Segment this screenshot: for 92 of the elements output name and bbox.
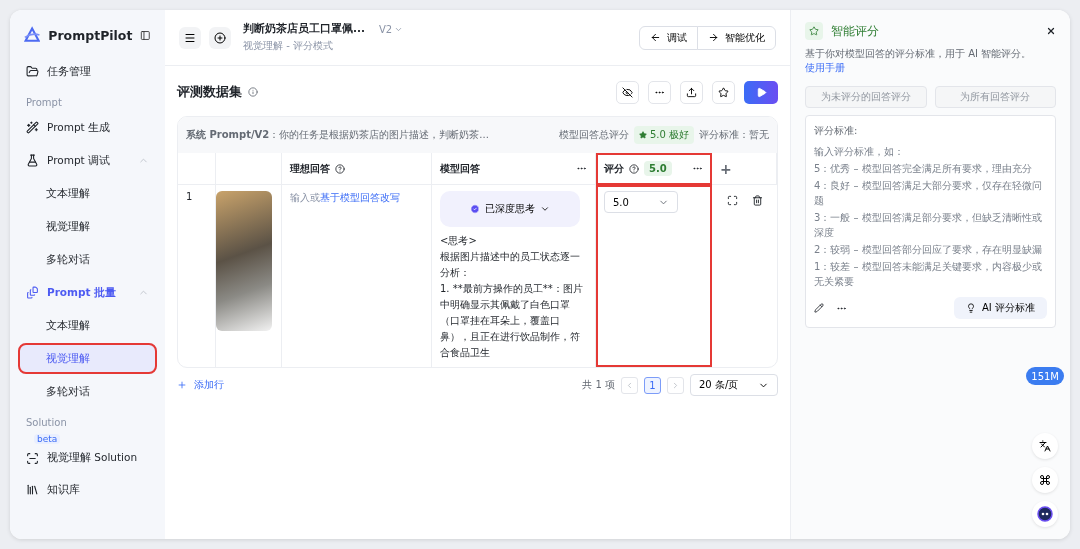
folder-icon <box>26 65 39 78</box>
nav-item[interactable]: Prompt 生成 <box>18 112 157 143</box>
total-count: 共 1 项 <box>582 378 615 392</box>
robot-face-icon <box>1037 506 1054 522</box>
system-prompt-text: 系统 Prompt/V2：你的任务是根据奶茶店的图片描述，判断奶茶... <box>186 128 490 142</box>
menu-button[interactable] <box>179 26 201 49</box>
page-button[interactable]: 1 <box>644 376 661 394</box>
model-answer-text: <思考> 根据图片描述中的员工状态逐一分析： 1. **最前方操作的员工**：图片中明确显示其佩戴了白色口罩（口罩挂在耳朵上，覆盖口鼻），且正在进行饮品制作，符合食品卫生 <box>440 234 584 360</box>
total-score-badge: 5.0 极好 <box>633 126 694 144</box>
flask-icon <box>26 154 39 167</box>
star-icon <box>718 86 729 98</box>
column-header: 评分 5.0 <box>596 153 712 185</box>
nav-item[interactable]: 知识库 <box>18 474 157 505</box>
command-icon <box>1039 474 1052 486</box>
panel-title: 智能评分 <box>831 23 880 39</box>
section-heading: Prompt <box>25 96 63 110</box>
upload-button[interactable] <box>680 80 703 104</box>
upload-icon <box>686 86 697 98</box>
criteria-line: 输入评分标准，如： <box>814 145 905 159</box>
books-icon <box>26 483 39 496</box>
criteria-line: 1：较差 – 模型回答未能满足关键要求，内容极少或无关紧要 <box>814 260 1043 289</box>
header-button[interactable]: 智能优化 <box>697 25 776 50</box>
brand-name: PromptPilot <box>48 27 133 43</box>
task-subtitle: 视觉理解 - 评分模式 <box>243 39 334 53</box>
translate-icon <box>1039 440 1052 452</box>
column-header: 理想回答 <box>282 153 432 185</box>
add-row-button[interactable]: 添加行 <box>177 378 224 392</box>
nav-item[interactable]: beta 视觉理解 Solution <box>18 432 157 472</box>
plus-circle-icon <box>214 31 226 44</box>
nav-item[interactable]: Prompt 批量 <box>18 277 157 308</box>
lightbulb-icon <box>966 303 977 313</box>
rewrite-link[interactable]: 基于模型回答改写 <box>320 192 400 203</box>
section-heading: Solution <box>25 416 68 430</box>
panel-description: 基于你对模型回答的评分标准，用于 AI 智能评分。 使用手册 <box>805 47 1033 75</box>
add-column-button[interactable]: + <box>712 153 777 185</box>
assistant-button[interactable] <box>1032 501 1059 527</box>
dataset-title: 评测数据集 <box>177 83 242 101</box>
ideal-answer-hint: 输入或基于模型回答改写 <box>290 192 400 203</box>
nav-item[interactable]: Prompt 调试 <box>18 145 157 176</box>
sidebar-toggle-icon[interactable] <box>140 28 151 42</box>
total-score-label: 模型回答总评分 <box>558 128 629 142</box>
nav-subitem[interactable]: 文本理解 <box>18 178 157 209</box>
info-icon <box>248 87 258 97</box>
memory-badge: 151M <box>1026 367 1064 385</box>
chevron-down-icon <box>540 204 550 214</box>
score-select[interactable]: 5.0 <box>604 191 678 213</box>
chevron-left-icon <box>625 380 634 390</box>
nav-subitem[interactable]: 文本理解 <box>18 310 157 341</box>
close-icon[interactable] <box>1046 26 1056 36</box>
criteria-line: 5：优秀 – 模型回答完全满足所有要求，理由充分 <box>814 162 1033 176</box>
eye-off-icon <box>622 86 633 98</box>
nav-subitem[interactable]: 视觉理解 <box>18 211 157 242</box>
score-badge: 5.0 <box>644 161 672 176</box>
translate-button[interactable] <box>1032 433 1059 459</box>
ai-criteria-button[interactable]: AI 评分标准 <box>954 297 1047 319</box>
edit-icon[interactable] <box>814 303 824 313</box>
logo-icon <box>24 26 41 44</box>
standard-text: 评分标准：暂无 <box>699 128 769 142</box>
nav-item[interactable]: 任务管理 <box>18 56 157 87</box>
run-button[interactable] <box>744 80 778 104</box>
play-icon <box>755 86 767 98</box>
column-header: 模型回答 <box>432 153 596 185</box>
criteria-line: 3：一般 – 模型回答满足部分要求，但缺乏清晰性或深度 <box>814 211 1043 240</box>
shortcut-button[interactable] <box>1032 467 1059 493</box>
beta-badge: beta <box>34 434 61 444</box>
row-index: 1 <box>186 191 193 202</box>
magic-wand-icon <box>26 121 39 134</box>
arrow-right-icon <box>708 32 719 43</box>
add-button[interactable] <box>209 26 231 49</box>
delete-icon[interactable] <box>751 195 763 206</box>
nav-subitem[interactable]: 多轮对话 <box>18 376 157 407</box>
plus-icon <box>177 380 187 390</box>
criteria-line: 2：较弱 – 模型回答部分回应了要求，存在明显缺漏 <box>814 243 1043 257</box>
page-size-select[interactable]: 20 条/页 <box>690 374 778 396</box>
header-button[interactable]: 调试 <box>639 25 698 50</box>
task-title: 判断奶茶店员工口罩佩... <box>243 22 365 36</box>
menu-icon <box>184 31 196 44</box>
check-icon <box>470 204 480 214</box>
documents-icon <box>26 286 39 299</box>
thinking-toggle[interactable]: 已深度思考 <box>440 191 580 227</box>
scan-icon <box>26 452 39 465</box>
nav-subitem[interactable]: 视觉理解 <box>18 343 157 374</box>
manual-link[interactable]: 使用手册 <box>805 62 845 73</box>
expand-icon[interactable] <box>726 195 738 206</box>
hide-button[interactable] <box>616 80 639 104</box>
criteria-label: 评分标准: <box>814 124 859 138</box>
favorite-button[interactable] <box>712 80 735 104</box>
criteria-box[interactable]: 评分标准: 输入评分标准，如： 5：优秀 – 模型回答完全满足所有要求，理由充分 4：良好 – 模型回答满足大部分要求，仅存在轻微问题 3：一般 – 模型回答满足部分要求，但缺乏清晰性或深度 2：较弱 – 模型回答部分回应了要求，存在明显缺漏 1：较差 – 模型回答未能满足关键要求，内容极少或无关紧要 AI 评分标准 <box>805 115 1056 328</box>
chevron-right-icon <box>671 380 680 390</box>
nav-subitem[interactable]: 多轮对话 <box>18 244 157 275</box>
criteria-line: 4：良好 – 模型回答满足大部分要求，仅存在轻微问题 <box>814 179 1043 208</box>
arrow-left-icon <box>650 32 661 43</box>
